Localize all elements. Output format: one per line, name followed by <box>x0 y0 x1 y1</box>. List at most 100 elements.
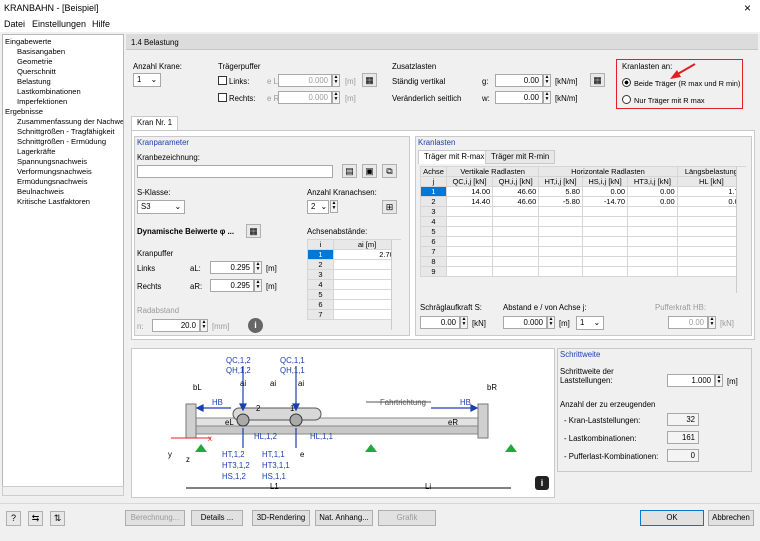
details-button[interactable]: Details ... <box>191 510 243 526</box>
kranpuffer-rechts-input[interactable]: 0.295 <box>210 279 254 292</box>
tree-item[interactable]: Querschnitt <box>17 67 56 76</box>
spin-button[interactable]: ▲ ▼ <box>200 319 208 332</box>
pufferkraft-input[interactable]: 0.00 <box>668 316 708 329</box>
edit-icon[interactable]: ▦ <box>246 224 261 238</box>
nat-anhang-button[interactable]: Nat. Anhang... <box>315 510 373 526</box>
abstand-input[interactable]: 0.000 <box>503 316 547 329</box>
spin-button[interactable]: ▲ ▼ <box>254 261 262 274</box>
info-icon[interactable]: i <box>248 318 263 333</box>
spin-button[interactable]: ▲ ▼ <box>332 91 340 104</box>
table-row[interactable]: 114.0046.605.800.000.001.70 <box>420 186 747 197</box>
spin-button[interactable]: ▲ ▼ <box>460 316 468 329</box>
spin-button[interactable]: ▲ ▼ <box>332 74 340 87</box>
table-cell[interactable]: 0.00 <box>581 186 629 197</box>
tree-item[interactable]: Basisangaben <box>17 47 65 56</box>
table-cell[interactable]: 5.80 <box>538 186 583 197</box>
edit-icon[interactable]: ▦ <box>590 73 605 87</box>
table-cell[interactable]: 46.60 <box>492 186 540 197</box>
tree-item[interactable]: Spannungsnachweis <box>17 157 87 166</box>
spin-button[interactable]: ▲ ▼ <box>330 200 338 213</box>
menu-einstellungen[interactable]: Einstellungen <box>32 19 86 29</box>
berechnung-button[interactable]: Berechnung... <box>125 510 185 526</box>
links-puffer-input[interactable]: 0.000 <box>278 74 332 87</box>
table-row[interactable]: 3 <box>307 269 401 280</box>
kranbezeichnung-input[interactable] <box>137 165 333 178</box>
close-icon[interactable]: × <box>744 1 751 15</box>
table-row[interactable]: 8 <box>420 256 747 267</box>
tree-item[interactable]: Lastkombinationen <box>17 87 81 96</box>
grafik-button[interactable]: Grafik <box>378 510 436 526</box>
table-cell[interactable]: -5.80 <box>538 196 583 207</box>
table-row[interactable]: 9 <box>420 266 747 277</box>
ok-button[interactable]: OK <box>640 510 704 526</box>
tree-item[interactable]: Schnittgrößen - Tragfähigkeit <box>17 127 115 136</box>
tree-item[interactable]: Ergebnisse <box>5 107 43 116</box>
table-row[interactable]: 4 <box>420 216 747 227</box>
w-input[interactable]: 0.00 <box>495 91 543 104</box>
schrittweite-input[interactable]: 1.000 <box>667 374 715 387</box>
table-row[interactable]: 1 2.700 <box>307 249 401 260</box>
tree-item[interactable]: Kritische Lastfaktoren <box>17 197 90 206</box>
copy-icon[interactable]: ⧉ <box>382 164 397 178</box>
table-row[interactable]: 5 <box>307 289 401 300</box>
table-row[interactable]: 5 <box>420 226 747 237</box>
table-row[interactable]: 6 <box>307 299 401 310</box>
tree-item[interactable]: Eingabewerte <box>5 37 51 46</box>
tree-item[interactable]: Zusammenfassung der Nachwe <box>17 117 123 126</box>
rechts-puffer-input[interactable]: 0.000 <box>278 91 332 104</box>
tree-item[interactable]: Schnittgrößen - Ermüdung <box>17 137 106 146</box>
sklasse-select[interactable]: S3 ⌄ <box>137 200 185 214</box>
beide-traeger-radio[interactable] <box>622 78 631 87</box>
spin-button[interactable]: ▲ ▼ <box>543 74 551 87</box>
crane-icon[interactable]: ⊞ <box>382 200 397 214</box>
table-scrollbar[interactable] <box>391 240 401 330</box>
table-row[interactable]: 214.4046.60-5.80-14.700.000.00 <box>420 196 747 207</box>
table-cell[interactable]: 14.00 <box>445 186 494 197</box>
table-scrollbar[interactable] <box>736 167 746 293</box>
spin-button[interactable]: ▲ ▼ <box>547 316 555 329</box>
links-checkbox[interactable] <box>218 76 227 85</box>
table-cell[interactable]: 46.60 <box>492 196 540 207</box>
spin-button[interactable]: ▲ ▼ <box>715 374 723 387</box>
schraeglaufkraft-input[interactable]: 0.00 <box>420 316 460 329</box>
abbrechen-button[interactable]: Abbrechen <box>708 510 754 526</box>
achsen-select[interactable]: 2 ⌄ <box>307 200 329 214</box>
spin-button[interactable]: ▲ ▼ <box>254 279 262 292</box>
table-cell[interactable]: 0.00 <box>627 186 678 197</box>
spin-button[interactable]: ▲ ▼ <box>708 316 716 329</box>
table-row[interactable]: 7 <box>420 246 747 257</box>
table-row[interactable]: 2 <box>307 259 401 270</box>
rendering-button[interactable]: 3D-Rendering <box>252 510 310 526</box>
save-icon[interactable]: ▣ <box>362 164 377 178</box>
export-icon[interactable]: ⇆ <box>28 511 43 526</box>
spin-button[interactable]: ▲ ▼ <box>543 91 551 104</box>
radabstand-input[interactable]: 20.0 <box>152 319 200 332</box>
table-row[interactable]: 6 <box>420 236 747 247</box>
table-row[interactable]: 4 <box>307 279 401 290</box>
tree-item[interactable]: Imperfektionen <box>17 97 67 106</box>
nur-traeger-radio[interactable] <box>622 95 631 104</box>
tree-scrollbar[interactable] <box>2 486 124 496</box>
table-cell[interactable]: -14.70 <box>581 196 629 207</box>
tree-item[interactable]: Beulnachweis <box>17 187 64 196</box>
kranpuffer-links-input[interactable]: 0.295 <box>210 261 254 274</box>
table-row[interactable]: 7 <box>307 309 401 320</box>
tab-kran-1[interactable]: Kran Nr. 1 <box>131 116 179 130</box>
info-icon[interactable]: i <box>535 476 549 490</box>
table-row[interactable]: 3 <box>420 206 747 217</box>
achse-j-select[interactable]: 1 ⌄ <box>576 316 604 330</box>
tab-rmin[interactable]: Träger mit R-min <box>485 150 556 164</box>
menu-hilfe[interactable]: Hilfe <box>92 19 110 29</box>
g-input[interactable]: 0.00 <box>495 74 543 87</box>
table-cell[interactable]: 14.40 <box>445 196 494 207</box>
tree-item[interactable]: Lagerkräfte <box>17 147 55 156</box>
rechts-checkbox[interactable] <box>218 93 227 102</box>
table-cell[interactable]: 0.00 <box>627 196 678 207</box>
menu-datei[interactable]: Datei <box>4 19 25 29</box>
tree-item[interactable]: Verformungsnachweis <box>17 167 92 176</box>
tree-item[interactable]: Ermüdungsnachweis <box>17 177 88 186</box>
tree-item[interactable]: Belastung <box>17 77 51 86</box>
tab-rmax[interactable]: Träger mit R-max <box>418 150 491 164</box>
library-icon[interactable]: ▤ <box>342 164 357 178</box>
help-icon[interactable]: ? <box>6 511 21 526</box>
